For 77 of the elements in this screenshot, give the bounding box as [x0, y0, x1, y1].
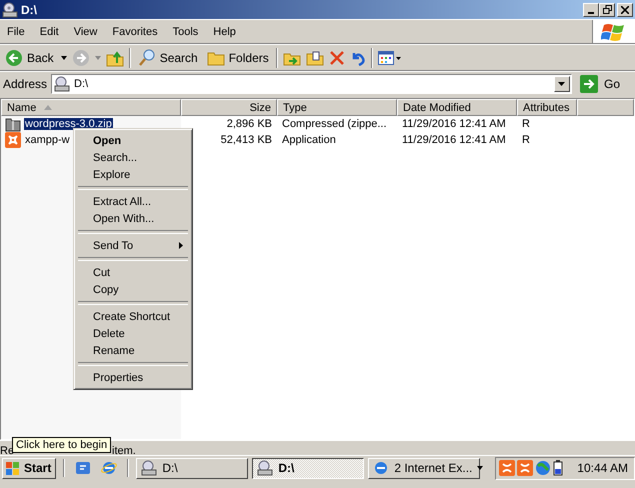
sort-arrow-icon — [44, 105, 52, 110]
drive-icon — [54, 76, 70, 92]
zip-folder-icon — [5, 116, 21, 132]
menu-item[interactable]: Send To — [77, 237, 189, 254]
address-field[interactable]: D:\ — [51, 74, 572, 94]
file-name[interactable]: xampp-w — [24, 134, 71, 146]
app-icon — [5, 132, 21, 148]
menu-item[interactable]: File — [0, 26, 33, 38]
menu-item[interactable]: Delete — [77, 325, 189, 342]
submenu-arrow-icon — [179, 242, 183, 249]
close-button[interactable] — [617, 2, 633, 16]
menu-item[interactable]: Cut — [77, 264, 189, 281]
go-button[interactable]: Go — [576, 75, 632, 93]
menu-item[interactable]: Open With... — [77, 210, 189, 227]
minimize-button[interactable] — [583, 2, 599, 16]
menu-item[interactable]: Extract All... — [77, 193, 189, 210]
menu-item[interactable]: Tools — [166, 26, 206, 38]
menu-item[interactable]: Open — [77, 132, 189, 149]
taskbar-button[interactable]: D:\ — [252, 458, 364, 478]
column-header[interactable]: Attributes — [517, 99, 577, 116]
dropdown-button[interactable] — [554, 76, 570, 92]
table-cell-text: 11/29/2016 12:41 AM — [401, 133, 507, 148]
folders-button[interactable]: Folders — [204, 48, 271, 66]
search-button[interactable]: Search — [136, 48, 200, 66]
menu-item[interactable]: Help — [206, 26, 244, 38]
table-cell-text: R — [521, 133, 531, 148]
table-cell-text: Application — [281, 133, 337, 148]
folder-up-icon[interactable] — [106, 48, 124, 66]
drive-icon — [141, 460, 158, 476]
window-title: D:\ — [21, 2, 37, 16]
restore-button[interactable] — [599, 2, 615, 16]
menu-item[interactable]: Copy — [77, 281, 189, 298]
column-header[interactable]: Date Modified — [397, 99, 517, 116]
search-icon — [138, 48, 156, 66]
delete-icon[interactable] — [328, 50, 345, 66]
drive-icon — [257, 460, 274, 476]
caret-icon[interactable] — [60, 56, 67, 60]
menu-item[interactable]: Properties — [77, 369, 189, 386]
browser-icon[interactable] — [101, 460, 118, 476]
minimize-icon — [588, 12, 594, 14]
copy-to-folder-icon[interactable] — [306, 48, 324, 66]
views-icon[interactable] — [378, 50, 402, 66]
table-cell-text: 2,896 KB — [226, 117, 273, 132]
start-button[interactable]: Start — [2, 458, 56, 478]
taskbar-button[interactable]: D:\ — [136, 458, 248, 478]
browser-icon — [373, 460, 390, 476]
caret-icon — [558, 82, 566, 86]
menu-item[interactable]: Create Shortcut — [77, 308, 189, 325]
app-icon[interactable] — [499, 460, 516, 476]
clock: 10:44 AM — [577, 461, 628, 475]
taskbar-button[interactable]: 2 Internet Ex... — [368, 458, 480, 478]
address-label: Address — [3, 77, 48, 91]
desktop-icon[interactable] — [75, 460, 92, 476]
column-header[interactable]: Type — [277, 99, 397, 116]
column-header[interactable]: Size — [181, 99, 277, 116]
table-cell-text: Compressed (zippe... — [281, 117, 388, 132]
table-cell-text: 11/29/2016 12:41 AM — [401, 117, 507, 132]
table-cell-text: 52,413 KB — [220, 133, 273, 148]
close-icon — [621, 6, 629, 14]
battery-icon[interactable] — [553, 460, 564, 476]
table-cell-text: R — [521, 117, 531, 132]
back-button[interactable]: Back — [3, 48, 56, 66]
tooltip: Click here to begin — [12, 437, 112, 453]
menu-item[interactable]: Explore — [77, 166, 189, 183]
restore-icon — [602, 5, 612, 14]
menu-item[interactable]: Rename — [77, 342, 189, 359]
caret-icon — [477, 466, 484, 470]
column-header[interactable]: Name — [1, 99, 181, 116]
drive-icon — [2, 2, 18, 18]
menu-item[interactable]: Edit — [32, 26, 67, 38]
status-text: item. — [112, 445, 136, 457]
menu-item[interactable]: View — [66, 26, 106, 38]
menu-item[interactable]: Favorites — [105, 26, 166, 38]
windows-logo-icon — [5, 460, 21, 476]
menu-item[interactable]: Search... — [77, 149, 189, 166]
app-icon[interactable] — [517, 460, 534, 476]
file-name[interactable]: wordpress-3.0.zip — [24, 118, 113, 130]
